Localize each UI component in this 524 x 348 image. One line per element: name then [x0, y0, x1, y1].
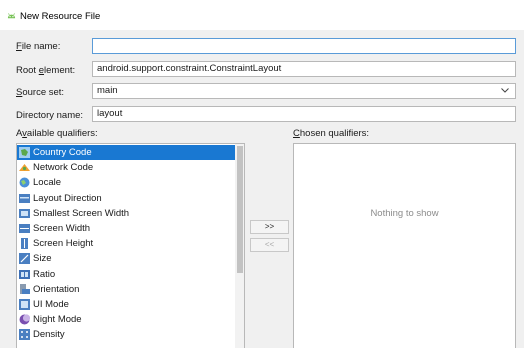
source-set-value: main [97, 85, 118, 96]
file-name-label: File name: [16, 41, 61, 52]
network-code-icon [19, 164, 30, 172]
available-qualifiers-list[interactable]: Country Code Network Code Locale Layout Dir… [16, 143, 245, 348]
layout-direction-icon [19, 193, 30, 203]
qualifier-item-label: Screen Height [33, 238, 94, 250]
qualifier-item-label: Orientation [33, 283, 80, 295]
qualifier-item[interactable]: Night Mode [17, 312, 235, 327]
qualifier-item-label: Density [33, 329, 65, 341]
title-bar: New Resource File [0, 0, 524, 30]
source-set-label: Source set: [16, 87, 65, 98]
directory-name-field[interactable]: layout [92, 106, 516, 122]
qualifier-item[interactable]: Layout Direction [17, 191, 235, 206]
qualifier-item-label: Locale [33, 177, 61, 189]
qualifier-item-label: Network Code [33, 162, 94, 174]
qualifier-item[interactable]: Screen Height [17, 236, 235, 251]
qualifier-item-label: Country Code [33, 147, 92, 158]
file-name-field[interactable] [92, 38, 516, 54]
qualifier-item-label: Size [33, 253, 52, 265]
qualifier-item[interactable]: Locale [17, 175, 235, 190]
add-qualifier-button[interactable]: >> [250, 220, 289, 234]
screen-width-icon [19, 224, 30, 233]
qualifier-item-label: Smallest Screen Width [33, 207, 130, 219]
qualifier-item[interactable]: Size [17, 251, 235, 266]
qualifier-item-label: Screen Width [33, 223, 91, 234]
size-icon [19, 253, 30, 265]
directory-name-label: Directory name: [16, 110, 84, 121]
qualifier-item[interactable]: Network Code [17, 160, 235, 175]
ui-mode-icon [19, 299, 30, 310]
country-code-icon [19, 147, 30, 158]
qualifier-item[interactable]: Density [17, 327, 235, 342]
qualifier-item[interactable]: Ratio [17, 267, 235, 282]
scrollbar-thumb[interactable] [237, 146, 243, 273]
qualifier-item-label: Ratio [33, 268, 56, 280]
chosen-qualifiers-list[interactable]: Nothing to show [293, 143, 516, 348]
empty-state-text: Nothing to show [370, 208, 439, 219]
source-set-dropdown[interactable]: main [92, 83, 516, 99]
night-mode-icon [19, 314, 30, 325]
window-title: New Resource File [20, 11, 101, 22]
android-icon [7, 13, 16, 19]
orientation-icon [20, 283, 30, 294]
qualifier-item[interactable]: Orientation [17, 282, 235, 297]
ratio-icon [19, 269, 30, 279]
qualifier-item[interactable]: UI Mode [17, 297, 235, 312]
root-element-label: Root element: [16, 65, 76, 76]
qualifier-item-label: UI Mode [33, 299, 69, 310]
root-element-field[interactable]: android.support.constraint.ConstraintLay… [92, 61, 516, 77]
available-qualifiers-label: Available qualifiers: [16, 128, 98, 139]
vertical-scrollbar[interactable] [235, 144, 244, 348]
qualifier-item[interactable]: Smallest Screen Width [17, 206, 235, 221]
density-icon [19, 329, 30, 341]
smallest-screen-width-icon [19, 208, 30, 218]
qualifier-item[interactable]: Screen Width [17, 221, 235, 236]
qualifier-item-label: Night Mode [33, 314, 82, 326]
qualifier-item[interactable]: Country Code [17, 145, 235, 160]
chosen-qualifiers-label: Chosen qualifiers: [293, 128, 370, 139]
remove-qualifier-button[interactable]: << [250, 238, 289, 252]
screen-height-icon [21, 238, 28, 250]
qualifier-item-label: Layout Direction [33, 192, 102, 204]
locale-icon [19, 177, 30, 188]
chevron-down-icon [501, 88, 509, 93]
